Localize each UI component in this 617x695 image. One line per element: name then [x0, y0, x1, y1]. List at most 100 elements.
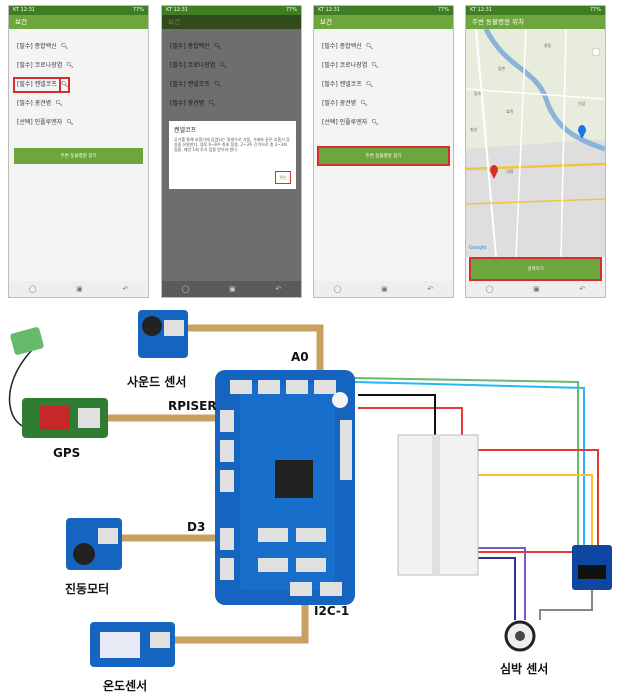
label-gps: GPS [53, 446, 81, 460]
status-carrier: KT 12:31 [13, 7, 35, 13]
vaccine-list: [필수] 종합백신🔍︎ [필수] 코로나장염🔍︎ [필수] 켄넬코프🔍︎ [필수… [314, 29, 453, 132]
search-icon[interactable]: 🔍︎ [66, 117, 74, 129]
label-sound-sensor: 사운드 센서 [127, 375, 187, 389]
search-icon[interactable]: 🔍︎ [58, 76, 71, 93]
wire-gray [539, 590, 593, 620]
list-item[interactable]: [필수] 코로나장염🔍︎ [15, 56, 148, 75]
search-icon[interactable]: 🔍︎ [61, 41, 69, 53]
search-icon[interactable]: 🔍︎ [366, 79, 374, 91]
list-item[interactable]: [선택] 인플루엔자 🔍︎ [320, 113, 453, 132]
apps-icon[interactable]: ▣ [381, 285, 388, 293]
find-hospital-button[interactable]: 주변 동물병원 찾기 [14, 148, 143, 164]
dialog-body: 공기를 통해 호흡기에 감염되는 질병으로 기침, 가래와 같은 호흡기 증상을… [174, 137, 290, 152]
dialog-ok-button[interactable]: 확인 [275, 171, 291, 184]
item-label: [필수] 켄넬코프 [13, 76, 61, 93]
apps-icon[interactable]: ▣ [229, 285, 236, 293]
map-label: 칠성 [470, 127, 478, 132]
apps-icon[interactable]: ▣ [76, 285, 83, 293]
search-icon[interactable]: 🔍︎ [55, 98, 63, 110]
home-icon[interactable]: ◯ [29, 285, 37, 293]
status-battery: 77% [437, 7, 449, 13]
vibration-motor-module [66, 518, 122, 570]
find-hospital-button[interactable]: 주변 동물병원 찾기 [317, 146, 450, 166]
label-d3: D3 [187, 520, 206, 534]
label-i2c: I2C-1 [314, 604, 350, 618]
back-icon[interactable]: ↶ [122, 285, 128, 293]
status-battery: 77% [285, 7, 297, 13]
list-item[interactable]: [선택] 인플루엔자 🔍︎ [15, 113, 148, 132]
status-bar: KT 12:31 77% [314, 6, 453, 15]
app-title: 보건 [314, 15, 453, 29]
item-label: [선택] 인플루엔자 [322, 118, 368, 126]
status-bar: KT 12:31 77% [9, 6, 148, 15]
item-label: [필수] 켄넬코프 [322, 80, 362, 88]
list-item[interactable]: [필수] 광견병🔍︎ [15, 94, 148, 113]
status-carrier: KT 12:31 [318, 7, 340, 13]
my-location-icon[interactable] [591, 47, 601, 57]
item-label: [필수] 광견병 [322, 99, 357, 107]
apps-icon[interactable]: ▣ [533, 285, 540, 293]
label-vibration-motor: 진동모터 [65, 582, 110, 596]
dialog-title: 켄넬코프 [174, 127, 197, 134]
item-label: [필수] 광견병 [17, 99, 52, 107]
back-icon[interactable]: ↶ [275, 285, 281, 293]
status-carrier: KT 12:31 [166, 7, 188, 13]
back-icon[interactable]: ↶ [427, 285, 433, 293]
search-icon[interactable]: 🔍︎ [366, 41, 374, 53]
map-label: 창동 [544, 43, 552, 48]
map-view[interactable]: 창동 동촌 동호 효목 신암 칠성 대명 Google [466, 27, 605, 258]
list-item[interactable]: [필수] 종합백신 🔍︎ [15, 37, 148, 56]
home-icon[interactable]: ◯ [182, 285, 190, 293]
map-label: 대명 [506, 169, 514, 174]
gps-antenna [10, 327, 44, 355]
status-battery: 77% [132, 7, 144, 13]
screen-dialog: KT 12:31 77% 보건 [필수] 종합백신🔍︎ [필수] 코로나장염🔍︎… [161, 5, 302, 298]
map-label: 동촌 [498, 66, 506, 71]
list-item[interactable]: [필수] 코로나장염🔍︎ [320, 56, 453, 75]
nav-bar: ◯ ▣ ↶ [9, 281, 148, 297]
search-icon[interactable]: 🔍︎ [371, 60, 379, 72]
list-item[interactable]: [필수] 광견병🔍︎ [320, 94, 453, 113]
status-bar: KT 12:31 77% [466, 6, 605, 15]
label-rpiser: RPISER [168, 399, 217, 413]
wire-yellow [462, 474, 593, 558]
cable-temp [175, 600, 309, 644]
item-label: [선택] 인플루엔자 [17, 118, 63, 126]
nav-bar: ◯ ▣ ↶ [162, 281, 301, 297]
home-icon[interactable]: ◯ [486, 285, 494, 293]
home-icon[interactable]: ◯ [334, 285, 342, 293]
map-label: 효목 [506, 109, 514, 114]
temperature-sensor-module [90, 622, 175, 667]
label-temp-sensor: 온도센서 [103, 679, 148, 693]
google-logo: Google [469, 245, 487, 251]
screen-find-hospital: KT 12:31 77% 보건 [필수] 종합백신 🔍︎ [필수] 코로나장염 🔍︎… [313, 5, 454, 298]
driver-board [572, 545, 612, 590]
map-label: 신암 [578, 101, 586, 106]
label-heart-sensor: 심박 센서 [500, 662, 549, 676]
item-label: [필수] 코로나장염 [17, 61, 63, 69]
breadboard [397, 434, 479, 576]
list-item-highlighted[interactable]: [필수] 켄넬코프 🔍︎ [13, 75, 148, 94]
item-label: [필수] 코로나장염 [322, 61, 368, 69]
gps-module [10, 327, 108, 438]
search-icon[interactable]: 🔍︎ [371, 117, 379, 129]
info-dialog: 켄넬코프 공기를 통해 호흡기에 감염되는 질병으로 기침, 가래와 같은 호흡… [169, 121, 296, 189]
map-title: 주변 동물병원 위치 [466, 15, 605, 29]
search-icon[interactable]: 🔍︎ [66, 60, 74, 72]
status-bar: KT 12:31 77% [162, 6, 301, 15]
list-item[interactable]: [필수] 종합백신 🔍︎ [320, 37, 453, 56]
search-icon[interactable]: 🔍︎ [360, 98, 368, 110]
screen-vaccine-list: KT 12:31 77% 보건 [필수] 종합백신 🔍︎ [필수] 코로나장염 🔍︎… [8, 5, 149, 298]
map-label: 동호 [474, 91, 482, 96]
screen-map: KT 12:31 77% 주변 동물병원 위치 창동 동촌 동호 효목 신암 칠… [465, 5, 606, 298]
list-item[interactable]: [필수] 켄넬코프 🔍︎ [320, 75, 453, 94]
back-icon[interactable]: ↶ [579, 285, 585, 293]
status-carrier: KT 12:31 [470, 7, 492, 13]
heart-rate-sensor [504, 620, 536, 652]
nav-bar: ◯ ▣ ↶ [466, 281, 605, 297]
search-button[interactable]: 검색하기 [469, 257, 602, 281]
map-canvas[interactable] [466, 27, 605, 258]
base-shield-board [215, 370, 355, 605]
item-label: [필수] 종합백신 [322, 42, 362, 50]
item-label: [필수] 종합백신 [17, 42, 57, 50]
